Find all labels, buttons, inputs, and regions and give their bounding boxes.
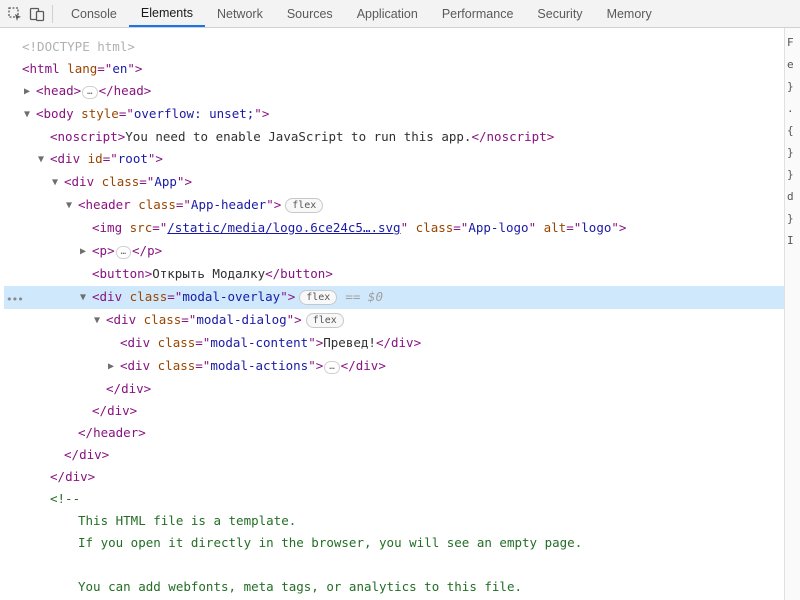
dom-modal-actions[interactable]: ▶<div class="modal-actions">…</div> bbox=[4, 355, 784, 378]
collapse-arrow-icon[interactable]: ▼ bbox=[38, 149, 48, 171]
dom-comment-open[interactable]: <!-- bbox=[4, 488, 784, 510]
dom-close-div[interactable]: </div> bbox=[4, 378, 784, 400]
tab-performance[interactable]: Performance bbox=[430, 0, 526, 27]
collapse-arrow-icon[interactable]: ▼ bbox=[66, 195, 76, 217]
collapse-arrow-icon[interactable]: ▼ bbox=[24, 104, 34, 126]
dom-comment-line[interactable]: You can add webfonts, meta tags, or anal… bbox=[4, 576, 784, 598]
side-glyph: e bbox=[787, 54, 798, 76]
dom-img[interactable]: .<img src="/static/media/logo.6ce24c5….s… bbox=[4, 217, 784, 240]
selection-ref: == $0 bbox=[345, 289, 383, 304]
devtools-toolbar: ConsoleElementsNetworkSourcesApplication… bbox=[0, 0, 800, 28]
devtools-tabs: ConsoleElementsNetworkSourcesApplication… bbox=[59, 0, 664, 27]
flex-badge[interactable]: flex bbox=[285, 198, 323, 213]
dom-div-app[interactable]: ▼<div class="App"> bbox=[4, 171, 784, 194]
side-glyph: . bbox=[787, 98, 798, 120]
ellipsis-icon[interactable]: … bbox=[324, 361, 339, 374]
expand-arrow-icon[interactable]: ▶ bbox=[108, 356, 118, 378]
dom-div-root[interactable]: ▼<div id="root"> bbox=[4, 148, 784, 171]
dom-p[interactable]: ▶<p>…</p> bbox=[4, 240, 784, 263]
side-glyph: } bbox=[787, 76, 798, 98]
dom-noscript[interactable]: <noscript>You need to enable JavaScript … bbox=[4, 126, 784, 148]
inspect-element-icon[interactable] bbox=[4, 3, 26, 25]
dom-comment-line[interactable]: This HTML file is a template. bbox=[4, 510, 784, 532]
dom-close-div[interactable]: </div> bbox=[4, 444, 784, 466]
dom-body-open[interactable]: ▼<body style="overflow: unset;"> bbox=[4, 103, 784, 126]
ellipsis-icon[interactable]: … bbox=[82, 86, 97, 99]
tab-application[interactable]: Application bbox=[345, 0, 430, 27]
side-glyph: I bbox=[787, 230, 798, 252]
dom-button[interactable]: .<button>Открыть Модалку</button> bbox=[4, 263, 784, 286]
tab-security[interactable]: Security bbox=[525, 0, 594, 27]
dom-doctype[interactable]: <!DOCTYPE html> bbox=[4, 36, 784, 58]
dom-comment-line[interactable]: If you open it directly in the browser, … bbox=[4, 532, 784, 554]
ellipsis-icon[interactable]: … bbox=[116, 246, 131, 259]
flex-badge[interactable]: flex bbox=[299, 290, 337, 305]
tab-console[interactable]: Console bbox=[59, 0, 129, 27]
dom-close-div[interactable]: </div> bbox=[4, 400, 784, 422]
dom-html-open[interactable]: <html lang="en"> bbox=[4, 58, 784, 80]
side-glyph: } bbox=[787, 142, 798, 164]
styles-sidebar-sliver[interactable]: Fe}.{}}d}I bbox=[784, 28, 800, 600]
tab-memory[interactable]: Memory bbox=[595, 0, 664, 27]
device-toolbar-icon[interactable] bbox=[26, 3, 48, 25]
side-glyph: } bbox=[787, 164, 798, 186]
dom-modal-overlay[interactable]: ••• ▼<div class="modal-overlay">flex== $… bbox=[4, 286, 784, 309]
side-glyph: d bbox=[787, 186, 798, 208]
tab-sources[interactable]: Sources bbox=[275, 0, 345, 27]
collapse-arrow-icon[interactable]: ▼ bbox=[80, 287, 90, 309]
tab-network[interactable]: Network bbox=[205, 0, 275, 27]
dom-modal-dialog[interactable]: ▼<div class="modal-dialog">flex bbox=[4, 309, 784, 332]
dom-close-header[interactable]: </header> bbox=[4, 422, 784, 444]
flex-badge[interactable]: flex bbox=[306, 313, 344, 328]
side-glyph: { bbox=[787, 120, 798, 142]
toolbar-separator bbox=[52, 5, 53, 23]
dom-head[interactable]: ▶<head>…</head> bbox=[4, 80, 784, 103]
expand-arrow-icon[interactable]: ▶ bbox=[24, 81, 34, 103]
elements-tree[interactable]: <!DOCTYPE html> <html lang="en"> ▶<head>… bbox=[0, 28, 784, 600]
collapse-arrow-icon[interactable]: ▼ bbox=[94, 310, 104, 332]
dom-comment-line[interactable] bbox=[4, 554, 784, 576]
gutter-dots-icon[interactable]: ••• bbox=[6, 289, 23, 311]
collapse-arrow-icon[interactable]: ▼ bbox=[52, 172, 62, 194]
dom-header[interactable]: ▼<header class="App-header">flex bbox=[4, 194, 784, 217]
dom-close-div[interactable]: </div> bbox=[4, 466, 784, 488]
side-glyph: F bbox=[787, 32, 798, 54]
expand-arrow-icon[interactable]: ▶ bbox=[80, 241, 90, 263]
side-glyph: } bbox=[787, 208, 798, 230]
dom-modal-content[interactable]: .<div class="modal-content">Превед!</div… bbox=[4, 332, 784, 355]
tab-elements[interactable]: Elements bbox=[129, 0, 205, 27]
